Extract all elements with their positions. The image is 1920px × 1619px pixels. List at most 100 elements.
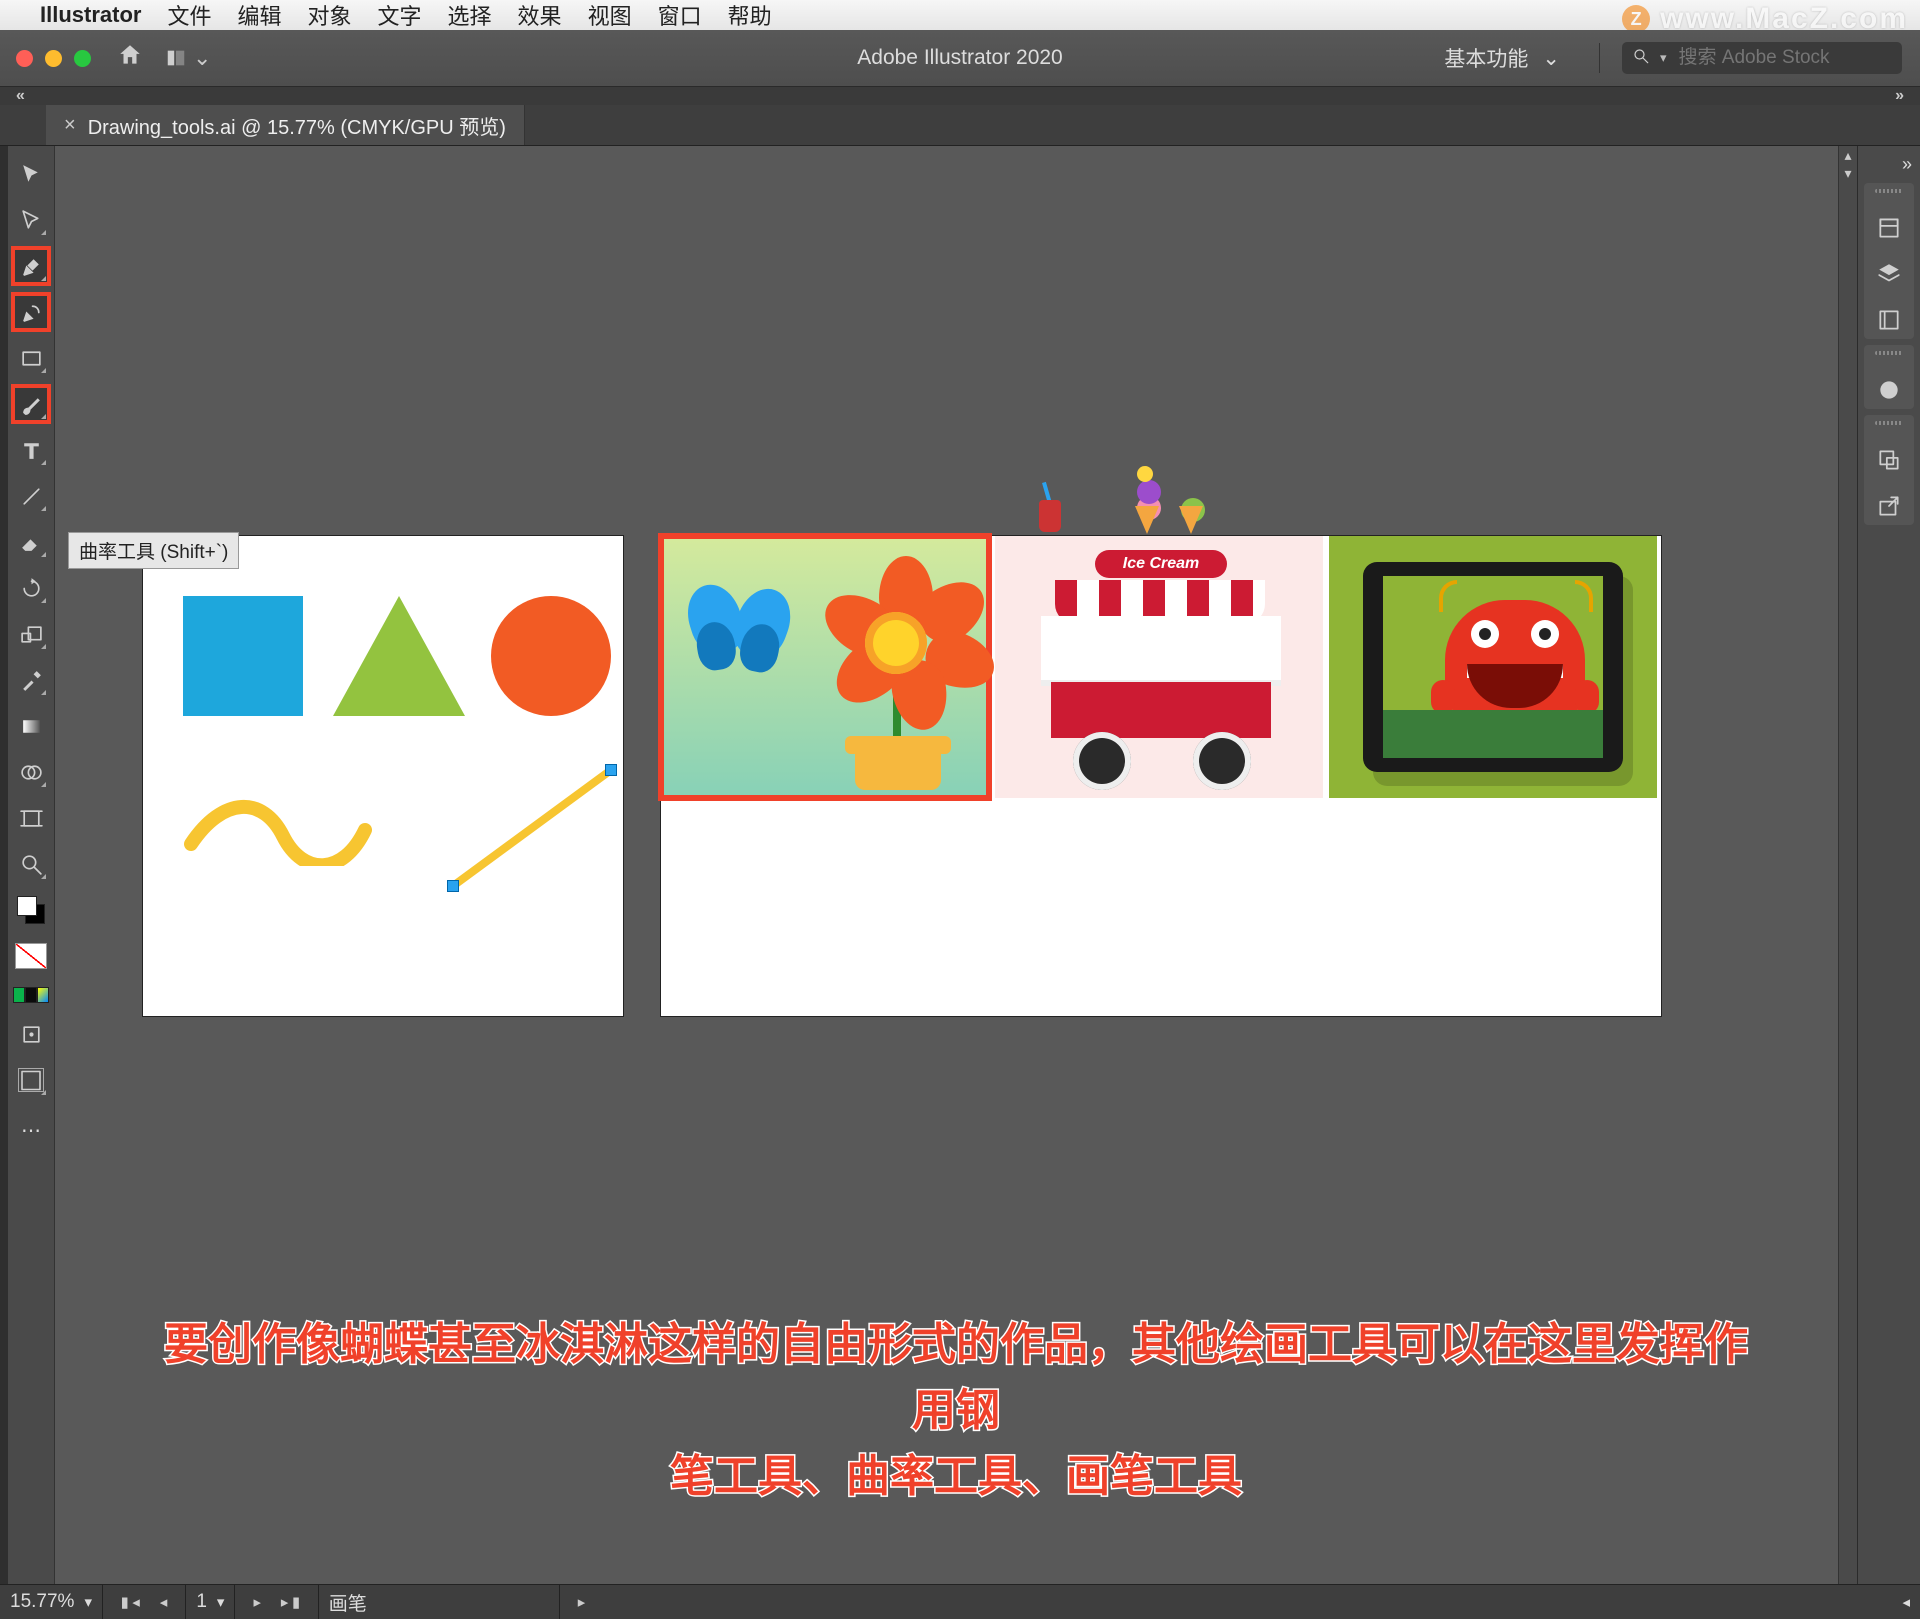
artboard-name-label: 画笔: [329, 1589, 367, 1616]
artboard-menu-button[interactable]: ▸: [570, 1591, 593, 1613]
thumbnail-tablet-monster[interactable]: [1329, 536, 1657, 798]
last-artboard-button[interactable]: ▸▮: [273, 1591, 308, 1613]
document-tab[interactable]: × Drawing_tools.ai @ 15.77% (CMYK/GPU 预览…: [46, 105, 525, 145]
menu-object[interactable]: 对象: [308, 0, 352, 31]
artwork-cart-body: [1051, 682, 1271, 738]
menu-file[interactable]: 文件: [167, 0, 211, 31]
chevron-down-icon: ▾: [217, 1593, 225, 1611]
next-artboard-button[interactable]: ▸: [245, 1591, 268, 1613]
edit-toolbar-button[interactable]: ⋯: [21, 1118, 41, 1143]
collapse-right-icon[interactable]: »: [1887, 87, 1912, 105]
artwork-tablet: [1363, 562, 1623, 772]
collapse-left-icon[interactable]: »: [8, 87, 33, 105]
panel-group-3: [1864, 415, 1914, 525]
zoom-tool[interactable]: [13, 846, 49, 882]
subtitle-line-2: 笔工具、曲率工具、画笔工具: [670, 1452, 1242, 1501]
panel-drag-handle-icon[interactable]: [1875, 421, 1903, 425]
menu-select[interactable]: 选择: [448, 0, 492, 31]
anchor-handle-icon[interactable]: [447, 880, 459, 892]
draw-mode-icon[interactable]: [13, 1016, 49, 1052]
eraser-tool[interactable]: [13, 524, 49, 560]
menu-window[interactable]: 窗口: [658, 0, 702, 31]
canvas[interactable]: Ice Cream: [55, 146, 1857, 1584]
app-name: Illustrator: [40, 2, 141, 28]
appearance-panel-icon[interactable]: [1876, 377, 1902, 403]
gradient-tool[interactable]: [13, 708, 49, 744]
right-panel-dock: »: [1857, 146, 1920, 1584]
document-tabbar: × Drawing_tools.ai @ 15.77% (CMYK/GPU 预览…: [0, 105, 1920, 146]
artwork-line-segment: [443, 758, 623, 898]
thumbnail-flower[interactable]: [661, 536, 989, 798]
artwork-circle: [491, 596, 611, 716]
artwork-wheel: [1193, 732, 1251, 790]
anchor-handle-icon[interactable]: [605, 764, 617, 776]
zoom-level[interactable]: 15.77% ▾: [0, 1585, 103, 1619]
artwork-pot: [855, 746, 941, 790]
scale-tool[interactable]: [13, 616, 49, 652]
shape-builder-tool[interactable]: [13, 754, 49, 790]
direct-selection-tool[interactable]: [13, 202, 49, 238]
fill-stroke-swatch[interactable]: [13, 892, 49, 928]
rectangle-tool[interactable]: [13, 340, 49, 376]
menu-edit[interactable]: 编辑: [237, 0, 281, 31]
tutorial-subtitle: 要创作像蝴蝶甚至冰淇淋这样的自由形式的作品，其他绘画工具可以在这里发挥作用钢 笔…: [55, 1312, 1857, 1510]
default-fill-none-stroke[interactable]: [13, 938, 49, 974]
panel-group-1: [1864, 183, 1914, 339]
expand-panels-icon[interactable]: »: [1894, 152, 1920, 177]
libraries-panel-icon[interactable]: [1876, 307, 1902, 333]
pen-tool[interactable]: [13, 248, 49, 284]
artboard-name[interactable]: 画笔: [319, 1585, 560, 1619]
document-tab-title: Drawing_tools.ai @ 15.77% (CMYK/GPU 预览): [88, 111, 506, 140]
artwork-square: [183, 596, 303, 716]
panel-drag-handle-icon[interactable]: [1875, 351, 1903, 355]
vertical-scrollbar[interactable]: ▴ ▾: [1838, 146, 1857, 1584]
panel-drag-handle-icon[interactable]: [1875, 189, 1903, 193]
scroll-down-icon[interactable]: ▾: [1839, 164, 1857, 182]
hscroll-left-icon[interactable]: ◂: [1902, 1593, 1910, 1611]
artwork-butterfly: [689, 584, 799, 674]
rotate-tool[interactable]: [13, 570, 49, 606]
thumbnail-icecream[interactable]: Ice Cream: [995, 536, 1323, 798]
status-bar: 15.77% ▾ ▮◂ ◂ 1 ▾ ▸ ▸▮ 画笔 ▸ ◂: [0, 1584, 1920, 1619]
app-title: Adobe Illustrator 2020: [0, 46, 1920, 70]
screen-mode-icon[interactable]: [13, 1062, 49, 1098]
paintbrush-tool[interactable]: [13, 386, 49, 422]
type-tool[interactable]: [13, 432, 49, 468]
close-tab-icon[interactable]: ×: [64, 114, 76, 137]
mac-menubar: Illustrator 文件 编辑 对象 文字 选择 效果 视图 窗口 帮助 Z…: [0, 0, 1920, 30]
properties-panel-icon[interactable]: [1876, 215, 1902, 241]
artboard-index[interactable]: 1 ▾: [186, 1585, 235, 1619]
menu-effect[interactable]: 效果: [518, 0, 562, 31]
layers-panel-icon[interactable]: [1876, 261, 1902, 287]
window-titlebar: ⌄ Adobe Illustrator 2020 基本功能 ⌄ ▾: [0, 30, 1920, 87]
artwork-monster: [1445, 600, 1585, 720]
menu-view[interactable]: 视图: [588, 0, 632, 31]
export-panel-icon[interactable]: [1876, 493, 1902, 519]
watermark-badge-icon: Z: [1622, 5, 1650, 33]
line-segment-tool[interactable]: [13, 478, 49, 514]
scroll-up-icon[interactable]: ▴: [1839, 146, 1857, 164]
left-gutter: [0, 146, 8, 1584]
tools-panel: ⋯ 曲率工具 (Shift+`): [8, 146, 55, 1584]
selection-tool[interactable]: [13, 156, 49, 192]
curvature-tool[interactable]: [13, 294, 49, 330]
prev-artboard-button[interactable]: ◂: [152, 1591, 175, 1613]
tool-tooltip: 曲率工具 (Shift+`): [68, 532, 239, 569]
artwork-flower-center: [865, 612, 927, 674]
chevron-down-icon: ▾: [84, 1593, 92, 1611]
eyedropper-tool[interactable]: [13, 662, 49, 698]
zoom-value: 15.77%: [10, 1591, 74, 1613]
artwork-wave: [183, 796, 373, 866]
asset-export-panel-icon[interactable]: [1876, 447, 1902, 473]
artwork-triangle: [333, 596, 465, 716]
thumbnail-row: Ice Cream: [661, 536, 1657, 798]
artboard-number: 1: [196, 1591, 207, 1613]
menu-help[interactable]: 帮助: [728, 0, 772, 31]
color-mode-switch[interactable]: [13, 984, 49, 1006]
subtitle-line-1: 要创作像蝴蝶甚至冰淇淋这样的自由形式的作品，其他绘画工具可以在这里发挥作用钢: [164, 1320, 1748, 1435]
menu-type[interactable]: 文字: [378, 0, 422, 31]
artwork-wheel: [1073, 732, 1131, 790]
first-artboard-button[interactable]: ▮◂: [113, 1591, 148, 1613]
icecream-sign: Ice Cream: [1095, 550, 1227, 578]
artboard-tool[interactable]: [13, 800, 49, 836]
